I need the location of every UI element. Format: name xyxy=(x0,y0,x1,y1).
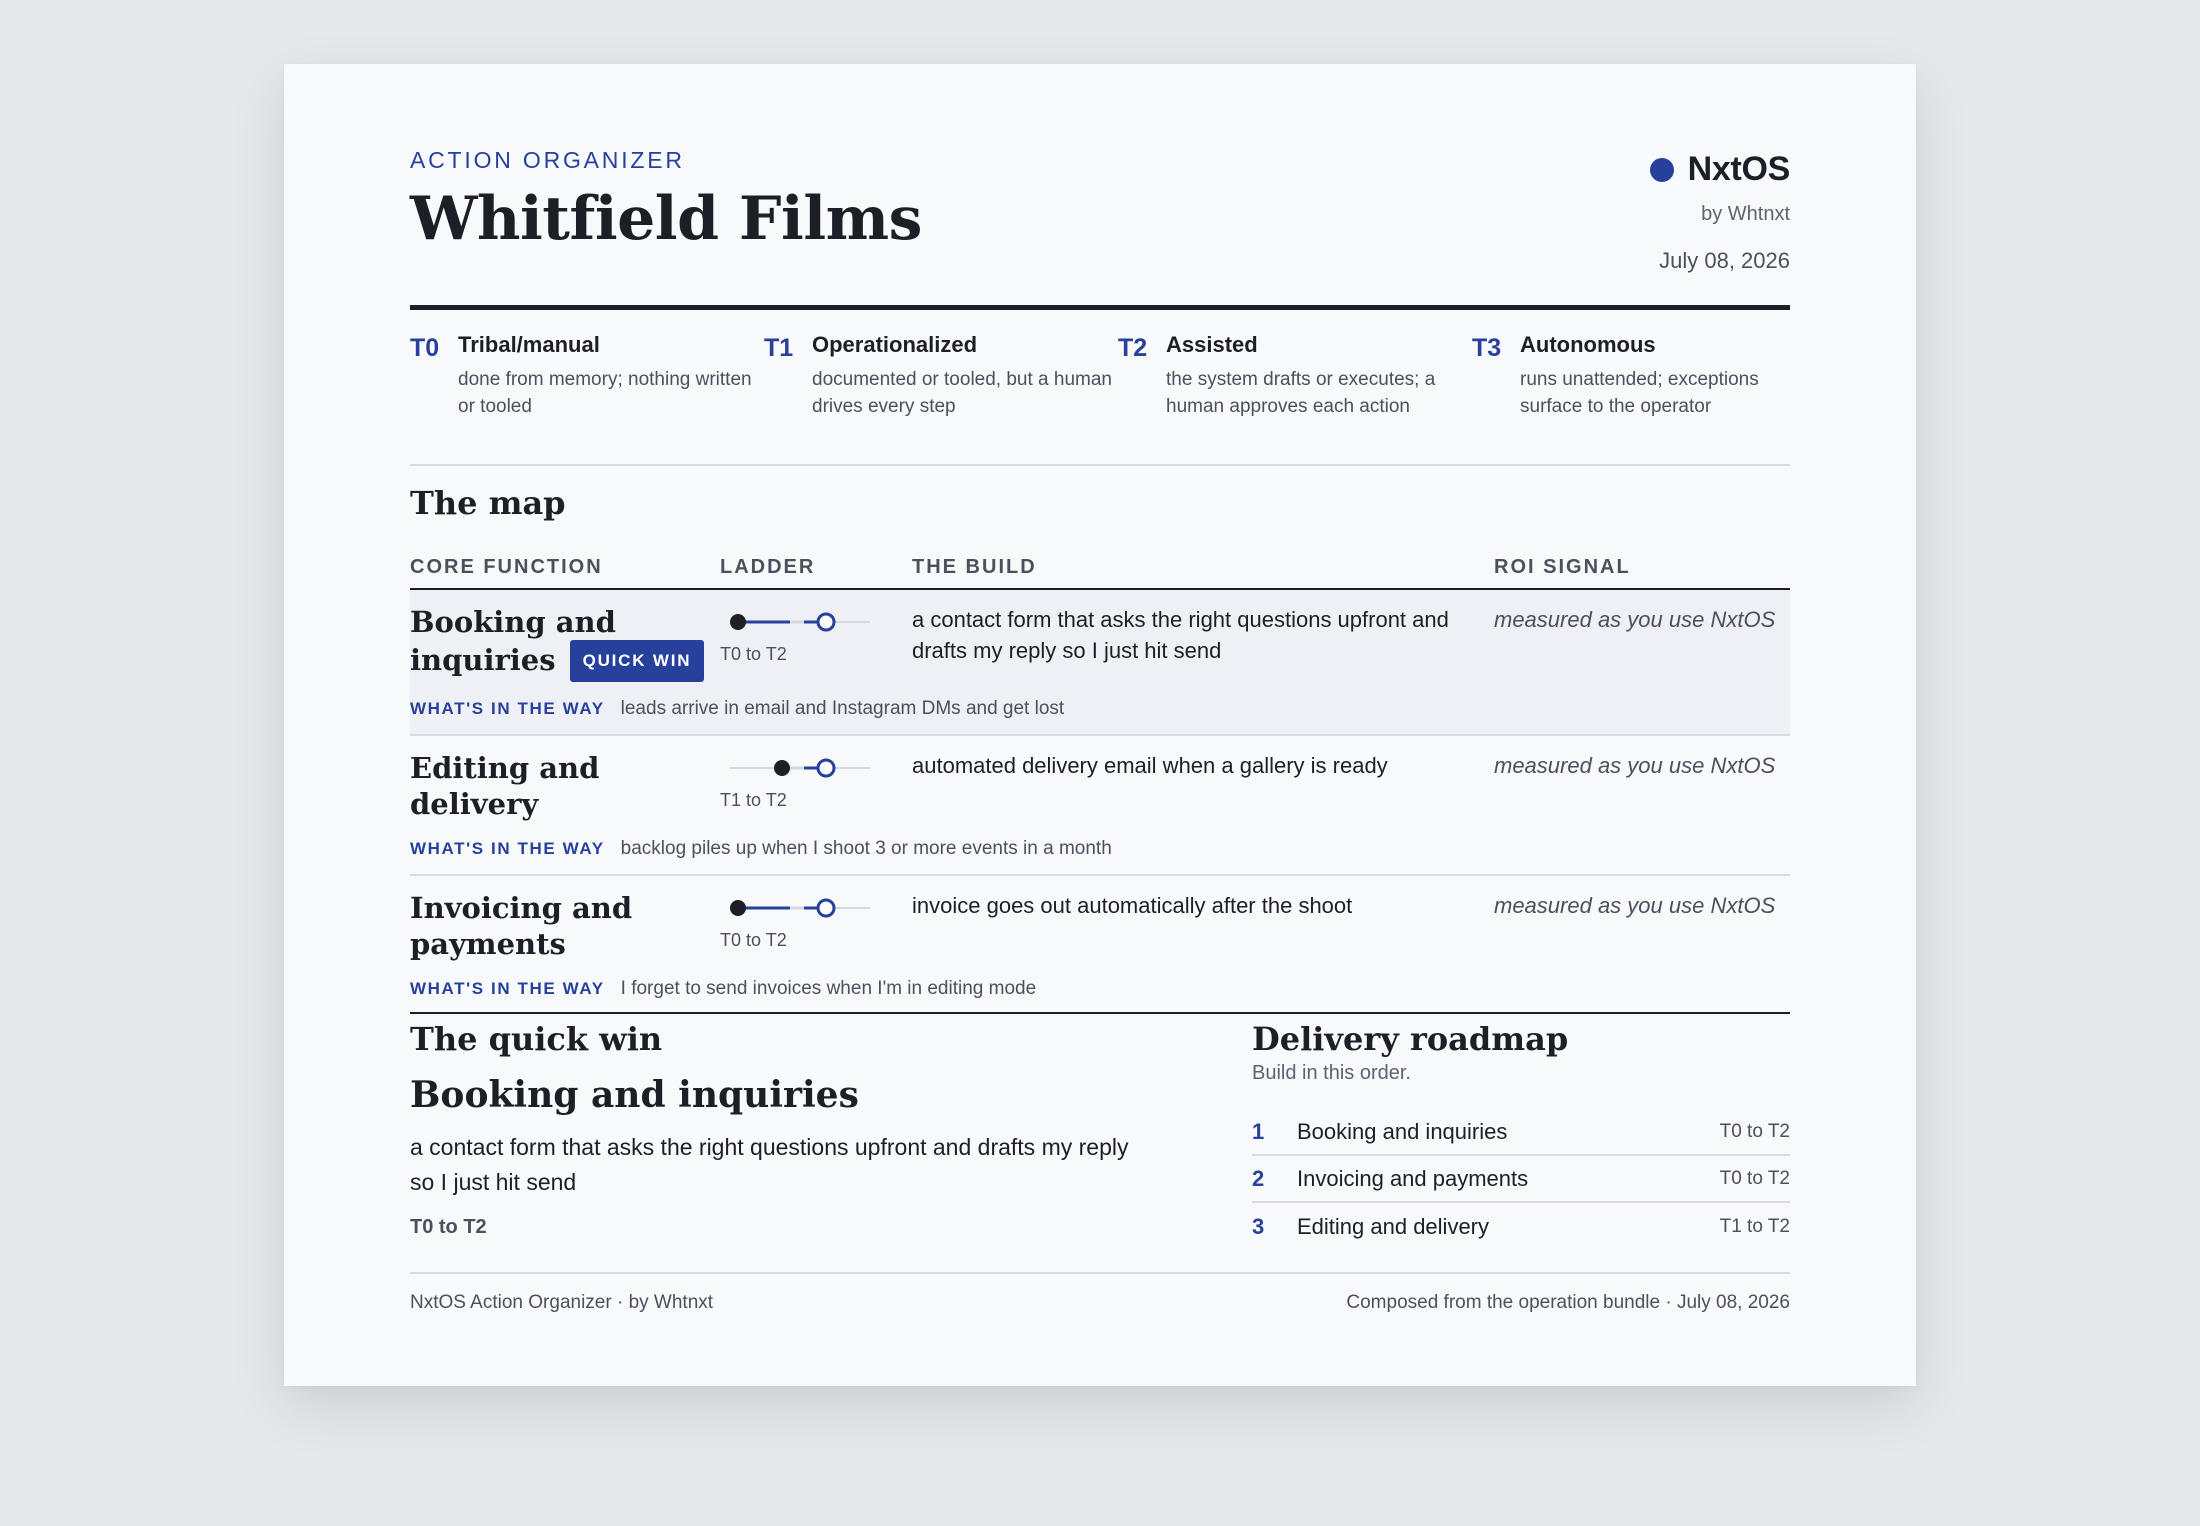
footer-left: NxtOS Action Organizer · by Whtnxt xyxy=(410,1292,714,1313)
page-title: Whitfield Films xyxy=(410,184,922,254)
ladder-label: T0 to T2 xyxy=(720,930,787,950)
build-text: a contact form that asks the right quest… xyxy=(912,607,1449,663)
whats-in-the-way: WHAT'S IN THE WAY I forget to send invoi… xyxy=(410,978,1790,1012)
tier-name: Operationalized xyxy=(812,332,978,357)
core-function-line: inquiries xyxy=(410,643,556,677)
roadmap-item: 3 Editing and delivery T1 to T2 xyxy=(1252,1203,1790,1250)
roi-signal: measured as you use NxtOS xyxy=(1494,753,1776,778)
build-text: automated delivery email when a gallery … xyxy=(912,753,1388,778)
ladder-label: T1 to T2 xyxy=(720,790,787,810)
tier-ladder: T0 to T2 xyxy=(720,890,912,962)
ladder-track xyxy=(730,612,870,632)
whats-in-the-way-text: leads arrive in email and Instagram DMs … xyxy=(620,698,1065,719)
map-title: The map xyxy=(410,466,1790,546)
whats-in-the-way-label: WHAT'S IN THE WAY xyxy=(410,699,605,718)
ladder-target-marker xyxy=(816,898,836,918)
column-header-function: CORE FUNCTION xyxy=(410,556,603,578)
ladder-current-marker xyxy=(774,760,790,776)
tier-name: Tribal/manual xyxy=(458,332,600,357)
map-row: Invoicing and payments T0 to T2 invoice … xyxy=(410,876,1790,1012)
column-header-roi: ROI SIGNAL xyxy=(1494,556,1631,578)
roadmap-item: 2 Invoicing and payments T0 to T2 xyxy=(1252,1156,1790,1203)
ladder-target-marker xyxy=(816,612,836,632)
tier-code: T0 xyxy=(410,334,440,362)
tier-ladder: T0 to T2 xyxy=(720,604,912,682)
whats-in-the-way: WHAT'S IN THE WAY leads arrive in email … xyxy=(410,698,1790,734)
core-function: Invoicing and payments xyxy=(410,890,720,962)
tier-desc: done from memory; nothing written or too… xyxy=(458,369,752,417)
page-kicker: ACTION ORGANIZER xyxy=(410,147,685,173)
column-header-ladder: LADDER xyxy=(720,556,816,578)
tier-t0: T0 Tribal/manual done from memory; nothi… xyxy=(410,332,764,464)
tier-name: Assisted xyxy=(1166,332,1258,357)
roadmap-heading: Delivery roadmap xyxy=(1252,1020,1569,1058)
whats-in-the-way-label: WHAT'S IN THE WAY xyxy=(410,839,605,858)
ladder-target-marker xyxy=(816,758,836,778)
quick-win-tier: T0 to T2 xyxy=(410,1216,487,1238)
tier-desc: the system drafts or executes; a human a… xyxy=(1166,369,1436,417)
brand-by: by Whtnxt xyxy=(1701,203,1790,225)
quick-win-badge: QUICK WIN xyxy=(569,640,705,682)
tier-desc: documented or tooled, but a human drives… xyxy=(812,369,1112,417)
report-date: July 08, 2026 xyxy=(1659,248,1790,273)
brand-dot-icon xyxy=(1649,157,1674,182)
roadmap-item-tier: T0 to T2 xyxy=(1719,1120,1790,1142)
tier-desc: runs unattended; exceptions surface to t… xyxy=(1520,369,1759,417)
ladder-current-marker xyxy=(730,614,746,630)
quick-win-desc: a contact form that asks the right quest… xyxy=(410,1134,1129,1195)
tier-legend: T0 Tribal/manual done from memory; nothi… xyxy=(410,310,1790,466)
map-column-headers: CORE FUNCTION LADDER THE BUILD ROI SIGNA… xyxy=(410,546,1790,590)
roadmap-item-number: 1 xyxy=(1252,1118,1265,1144)
header: ACTION ORGANIZER Whitfield Films NxtOS b… xyxy=(410,64,1790,310)
tier-code: T2 xyxy=(1118,334,1148,362)
roi-signal: measured as you use NxtOS xyxy=(1494,893,1776,918)
whats-in-the-way-text: backlog piles up when I shoot 3 or more … xyxy=(620,838,1112,859)
page-footer: NxtOS Action Organizer · by Whtnxt Compo… xyxy=(410,1272,1790,1332)
whats-in-the-way-text: I forget to send invoices when I'm in ed… xyxy=(620,978,1037,999)
brand-block: NxtOS by Whtnxt July 08, 2026 xyxy=(1649,150,1791,274)
roadmap-item: 1 Booking and inquiries T0 to T2 xyxy=(1252,1109,1790,1156)
tier-t1: T1 Operationalized documented or tooled,… xyxy=(764,332,1118,464)
map-row: Editing and delivery T1 to T2 automated … xyxy=(410,736,1790,876)
quick-win-panel: The quick win Booking and inquiries a co… xyxy=(410,1014,1252,1272)
ladder-label: T0 to T2 xyxy=(720,644,787,664)
whats-in-the-way-label: WHAT'S IN THE WAY xyxy=(410,979,605,998)
roadmap-item-number: 2 xyxy=(1252,1165,1265,1191)
tier-t2: T2 Assisted the system drafts or execute… xyxy=(1118,332,1472,464)
roadmap-panel: Delivery roadmap Build in this order. 1 … xyxy=(1252,1014,1790,1272)
whats-in-the-way: WHAT'S IN THE WAY backlog piles up when … xyxy=(410,838,1790,874)
map-row: Booking and inquiries QUICK WIN T0 to T2 … xyxy=(410,590,1790,736)
roadmap-item-tier: T0 to T2 xyxy=(1719,1167,1790,1189)
ladder-track xyxy=(730,898,870,918)
tier-code: T1 xyxy=(764,334,794,362)
roadmap-item-name: Booking and inquiries xyxy=(1297,1118,1508,1144)
roadmap-item-number: 3 xyxy=(1252,1213,1265,1239)
roadmap-item-name: Editing and delivery xyxy=(1297,1213,1490,1239)
tier-t3: T3 Autonomous runs unattended; exception… xyxy=(1472,332,1790,464)
tier-code: T3 xyxy=(1472,334,1502,362)
roadmap-subtitle: Build in this order. xyxy=(1252,1062,1411,1084)
core-function-line: payments xyxy=(410,927,566,961)
column-header-build: THE BUILD xyxy=(912,556,1037,578)
quick-win-heading: The quick win xyxy=(410,1020,663,1058)
quick-win-title: Booking and inquiries xyxy=(410,1074,859,1116)
roadmap-list: 1 Booking and inquiries T0 to T2 2 Invoi… xyxy=(1252,1109,1790,1250)
core-function: Booking and inquiries QUICK WIN xyxy=(410,604,720,682)
tier-ladder: T1 to T2 xyxy=(720,750,912,822)
roadmap-item-tier: T1 to T2 xyxy=(1719,1215,1790,1237)
map-title-text: The map xyxy=(410,484,566,522)
summary-section: The quick win Booking and inquiries a co… xyxy=(410,1012,1790,1272)
footer-right: Composed from the operation bundle · Jul… xyxy=(1346,1292,1790,1313)
ladder-current-marker xyxy=(730,900,746,916)
core-function-line: Booking and xyxy=(410,605,616,639)
tier-name: Autonomous xyxy=(1520,332,1656,357)
brand-name: NxtOS xyxy=(1687,150,1791,188)
roi-signal: measured as you use NxtOS xyxy=(1494,607,1776,632)
build-text: invoice goes out automatically after the… xyxy=(912,893,1353,918)
action-organizer-page: ACTION ORGANIZER Whitfield Films NxtOS b… xyxy=(284,64,1916,1386)
ladder-track xyxy=(730,758,870,778)
roadmap-item-name: Invoicing and payments xyxy=(1297,1165,1529,1191)
core-function: Editing and delivery xyxy=(410,751,600,821)
core-function-line: Invoicing and xyxy=(410,891,633,925)
